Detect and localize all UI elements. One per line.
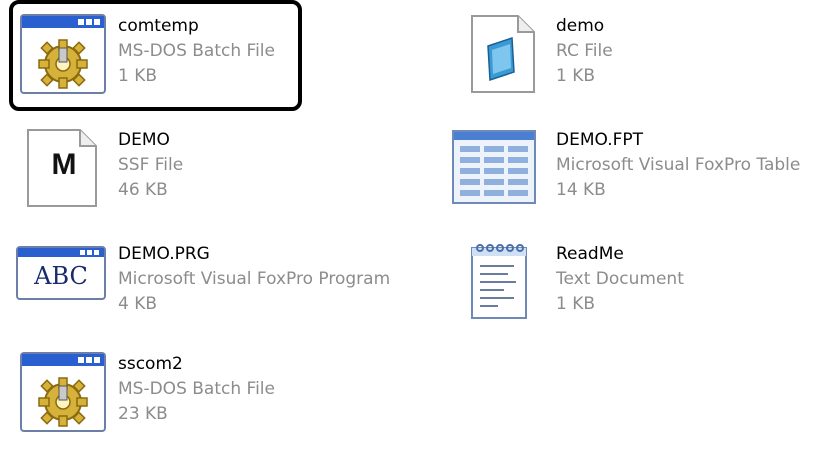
file-type: SSF File <box>118 155 184 175</box>
file-name: demo <box>556 16 605 36</box>
file-item-demo-fpt[interactable]: DEMO.FPT Microsoft Visual FoxPro Table 1… <box>452 128 840 228</box>
file-name: sscom2 <box>118 354 183 374</box>
file-size: 1 KB <box>556 66 596 86</box>
file-name: ReadMe <box>556 244 624 264</box>
file-size: 14 KB <box>556 180 606 200</box>
file-size: 46 KB <box>118 180 168 200</box>
file-size: 4 KB <box>118 294 158 314</box>
file-item-comtemp[interactable]: comtemp MS-DOS Batch File 1 KB <box>20 14 310 114</box>
ssf-file-icon: M <box>24 128 100 212</box>
foxpro-program-icon: ABC <box>16 246 106 304</box>
batch-file-icon <box>20 352 106 436</box>
file-type: MS-DOS Batch File <box>118 41 275 61</box>
file-name: DEMO.PRG <box>118 244 210 264</box>
file-item-readme[interactable]: ReadMe Text Document 1 KB <box>462 242 762 342</box>
file-name: DEMO <box>118 130 170 150</box>
file-size: 23 KB <box>118 404 168 424</box>
file-type: Text Document <box>556 269 684 289</box>
abc-label: ABC <box>34 262 88 290</box>
file-type: RC File <box>556 41 613 61</box>
batch-file-icon <box>20 14 106 98</box>
file-type: Microsoft Visual FoxPro Program <box>118 269 391 289</box>
file-name: DEMO.FPT <box>556 130 644 150</box>
file-item-demo-rc[interactable]: demo RC File 1 KB <box>458 14 758 114</box>
ssf-letter: M <box>51 148 77 181</box>
rc-file-icon <box>468 14 538 98</box>
file-item-demo-ssf[interactable]: M DEMO SSF File 46 KB <box>20 128 310 228</box>
file-type: MS-DOS Batch File <box>118 379 275 399</box>
file-size: 1 KB <box>556 294 596 314</box>
file-size: 1 KB <box>118 66 158 86</box>
foxpro-table-icon <box>452 130 536 208</box>
file-name: comtemp <box>118 16 199 36</box>
file-type: Microsoft Visual FoxPro Table <box>556 155 801 175</box>
file-item-sscom2[interactable]: sscom2 MS-DOS Batch File 23 KB <box>20 352 320 452</box>
file-item-demo-prg[interactable]: ABC DEMO.PRG Microsoft Visual FoxPro Pro… <box>16 242 436 342</box>
text-document-icon <box>468 242 532 326</box>
